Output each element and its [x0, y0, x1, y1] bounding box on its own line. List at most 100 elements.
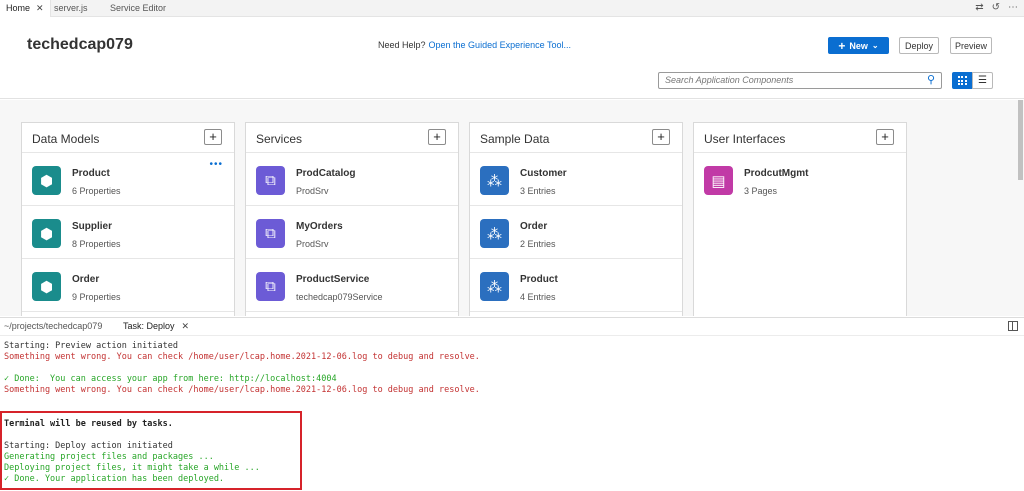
terminal-line: Starting: Preview action initiated	[4, 341, 178, 351]
guided-experience-link[interactable]: Open the Guided Experience Tool...	[429, 40, 571, 50]
item-sub: 4 Entries	[520, 292, 556, 302]
clipboard-icon: ▤	[704, 166, 733, 195]
terminal-line: Something went wrong. You can check /hom…	[4, 352, 480, 362]
deploy-button[interactable]: Deploy	[899, 37, 939, 54]
item-name: Order	[520, 221, 548, 232]
chevron-down-icon: ⌄	[871, 41, 879, 50]
tab-actions: ⇄ ↺ ⋯	[975, 2, 1018, 14]
new-button[interactable]: + New ⌄	[828, 37, 889, 54]
tab-server-js-label: server.js	[54, 3, 88, 13]
entity-icon: ⬢	[32, 219, 61, 248]
list-item[interactable]: ⧉ ProdCatalog ProdSrv	[246, 153, 458, 206]
close-icon[interactable]: ✕	[182, 321, 190, 331]
panel-header: Services +	[246, 123, 458, 153]
service-icon: ⧉	[256, 272, 285, 301]
grid-view-toggle[interactable]	[952, 72, 972, 89]
item-sub: 6 Properties	[72, 186, 121, 196]
sample-data-icon: ⁂	[480, 272, 509, 301]
terminal-tab-label: Task: Deploy	[123, 321, 175, 331]
split-terminal-icon[interactable]	[1008, 321, 1018, 331]
plus-icon: +	[838, 38, 846, 53]
user-interfaces-panel: User Interfaces + ▤ ProdcutMgmt 3 Pages	[693, 122, 907, 316]
sample-data-icon: ⁂	[480, 219, 509, 248]
panel-title: Sample Data	[480, 132, 550, 146]
list-item[interactable]: ⬢ Order 9 Properties	[22, 259, 234, 312]
item-sub: ProdSrv	[296, 239, 329, 249]
add-data-model-button[interactable]: +	[204, 129, 222, 145]
panel-header: Data Models +	[22, 123, 234, 153]
service-icon: ⧉	[256, 166, 285, 195]
tab-service-editor[interactable]: Service Editor	[104, 0, 172, 17]
item-sub: 3 Pages	[744, 186, 778, 196]
item-name: MyOrders	[296, 221, 343, 232]
entity-icon: ⬢	[32, 272, 61, 301]
tab-home-label: Home	[6, 3, 31, 13]
list-item[interactable]: ▤ ProdcutMgmt 3 Pages	[694, 153, 906, 206]
history-icon[interactable]: ↺	[992, 2, 1000, 14]
entity-icon: ⬢	[32, 166, 61, 195]
sample-data-panel: Sample Data + ⁂ Customer 3 Entries ⁂ Ord…	[469, 122, 683, 316]
item-name: Product	[72, 168, 110, 179]
item-name: Order	[72, 274, 100, 285]
editor-tab-bar: Home ✕ server.js Service Editor ⇄ ↺ ⋯	[0, 0, 1024, 17]
item-name: Customer	[520, 168, 567, 179]
help-area: Need Help? Open the Guided Experience Too…	[378, 40, 571, 50]
list-item[interactable]: ⬢ Supplier 8 Properties	[22, 206, 234, 259]
add-user-interface-button[interactable]: +	[876, 129, 894, 145]
page-header: techedcap079 Need Help? Open the Guided E…	[0, 17, 1024, 99]
search-icon[interactable]: ⚲	[927, 73, 935, 88]
terminal-tab-bar: ~/projects/techedcap079 Task: Deploy ✕	[0, 317, 1024, 336]
scrollbar[interactable]	[1018, 100, 1023, 180]
preview-button-label: Preview	[954, 40, 987, 51]
data-models-panel: Data Models + ⬢ Product 6 Properties •••…	[21, 122, 235, 316]
list-item[interactable]: ⧉ ProductService techedcap079Service	[246, 259, 458, 312]
item-sub: 9 Properties	[72, 292, 121, 302]
add-sample-data-button[interactable]: +	[652, 129, 670, 145]
list-item[interactable]: ⁂ Product 4 Entries	[470, 259, 682, 312]
terminal-tab-label: ~/projects/techedcap079	[4, 321, 103, 331]
item-name: ProdCatalog	[296, 168, 356, 179]
add-service-button[interactable]: +	[428, 129, 446, 145]
list-icon: ☰	[978, 75, 987, 86]
list-item[interactable]: ⁂ Order 2 Entries	[470, 206, 682, 259]
close-icon[interactable]: ✕	[36, 3, 44, 13]
panel-title: Data Models	[32, 132, 100, 146]
preview-button[interactable]: Preview	[950, 37, 992, 54]
item-sub: ProdSrv	[296, 186, 329, 196]
item-name: ProdcutMgmt	[744, 168, 809, 179]
deploy-button-label: Deploy	[904, 40, 933, 51]
panel-title: Services	[256, 132, 303, 146]
components-area: Data Models + ⬢ Product 6 Properties •••…	[0, 100, 1024, 316]
panel-header: Sample Data +	[470, 123, 682, 153]
compare-icon[interactable]: ⇄	[975, 2, 983, 14]
item-name: Supplier	[72, 221, 113, 232]
terminal-tab-deploy[interactable]: Task: Deploy ✕	[123, 321, 189, 332]
search-input[interactable]: Search Application Components ⚲	[658, 72, 942, 89]
grid-icon	[957, 76, 967, 85]
new-button-label: New	[849, 40, 868, 51]
more-options-icon[interactable]: •••	[209, 159, 223, 170]
list-item[interactable]: ⁂ Customer 3 Entries	[470, 153, 682, 206]
list-item[interactable]: ⧉ MyOrders ProdSrv	[246, 206, 458, 259]
tab-home[interactable]: Home ✕	[0, 0, 51, 17]
terminal-line: ✓ Done: You can access your app from her…	[4, 374, 337, 384]
panel-title: User Interfaces	[704, 132, 786, 146]
page-title: techedcap079	[27, 36, 133, 53]
item-sub: 8 Properties	[72, 239, 121, 249]
terminal-tab-project[interactable]: ~/projects/techedcap079	[4, 321, 102, 331]
tab-server-js[interactable]: server.js	[48, 0, 94, 17]
item-sub: 2 Entries	[520, 239, 556, 249]
highlight-annotation	[0, 411, 302, 490]
tab-service-editor-label: Service Editor	[110, 3, 167, 13]
more-icon[interactable]: ⋯	[1008, 2, 1018, 14]
panel-header: User Interfaces +	[694, 123, 906, 153]
list-item[interactable]: ⬢ Product 6 Properties •••	[22, 153, 234, 206]
item-name: Product	[520, 274, 558, 285]
item-sub: 3 Entries	[520, 186, 556, 196]
list-view-toggle[interactable]: ☰	[972, 72, 993, 89]
services-panel: Services + ⧉ ProdCatalog ProdSrv ⧉ MyOrd…	[245, 122, 459, 316]
item-name: ProductService	[296, 274, 370, 285]
help-text: Need Help?	[378, 40, 426, 50]
search-placeholder: Search Application Components	[665, 75, 794, 85]
service-icon: ⧉	[256, 219, 285, 248]
